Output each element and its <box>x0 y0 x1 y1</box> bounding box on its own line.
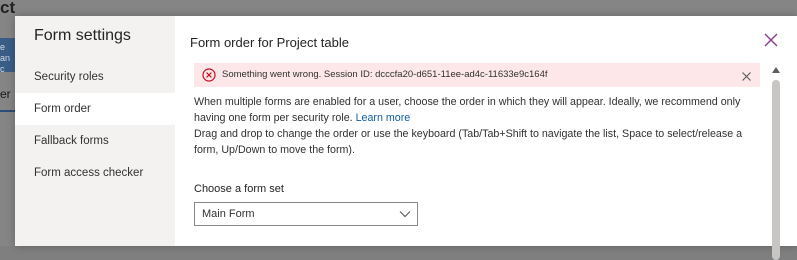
sidebar-item-form-access-checker[interactable]: Form access checker <box>15 157 175 189</box>
form-set-label: Choose a form set <box>194 183 284 195</box>
background-blue-tile: e an c <box>0 38 15 72</box>
description-intro: When multiple forms are enabled for a us… <box>194 96 741 124</box>
description-text-1: When multiple forms are enabled for a us… <box>194 94 754 126</box>
close-icon <box>764 33 778 47</box>
background-tab-underline <box>0 110 15 112</box>
form-set-dropdown[interactable]: Main Form <box>194 202 418 226</box>
sidebar-item-fallback-forms[interactable]: Fallback forms <box>15 125 175 157</box>
scrollbar-thumb[interactable] <box>772 80 780 260</box>
sidebar-title: Form settings <box>34 27 131 44</box>
dismiss-error-button[interactable] <box>741 69 752 81</box>
form-settings-dialog: Form settings Security roles Form order … <box>15 16 797 260</box>
page-title: Form order for Project table <box>190 35 349 50</box>
sidebar-item-label: Form order <box>34 103 91 115</box>
vertical-scrollbar[interactable] <box>770 66 782 260</box>
error-circle-icon <box>202 68 216 82</box>
description-text-2: Drag and drop to change the order or use… <box>194 128 743 156</box>
background-tab-fragment: er <box>0 87 11 101</box>
description: When multiple forms are enabled for a us… <box>194 94 754 158</box>
form-set-selected-value: Main Form <box>202 208 255 220</box>
error-message-text: Something went wrong. Session ID: dcccfa… <box>222 69 548 80</box>
close-button[interactable] <box>763 32 779 48</box>
close-icon <box>742 72 751 81</box>
main-panel: Form order for Project table Something w… <box>175 16 797 260</box>
background-title-fragment: ct <box>0 0 16 17</box>
sidebar-item-form-order[interactable]: Form order <box>15 93 175 125</box>
chevron-down-icon <box>399 211 411 218</box>
sidebar: Form settings Security roles Form order … <box>15 16 175 246</box>
sidebar-item-label: Security roles <box>34 71 104 83</box>
scroll-up-arrow-icon[interactable] <box>771 66 781 74</box>
sidebar-item-label: Fallback forms <box>34 135 109 147</box>
sidebar-item-security-roles[interactable]: Security roles <box>15 61 175 93</box>
error-message-bar: Something went wrong. Session ID: dcccfa… <box>194 63 760 87</box>
sidebar-item-label: Form access checker <box>34 167 144 179</box>
learn-more-link[interactable]: Learn more <box>356 112 411 124</box>
